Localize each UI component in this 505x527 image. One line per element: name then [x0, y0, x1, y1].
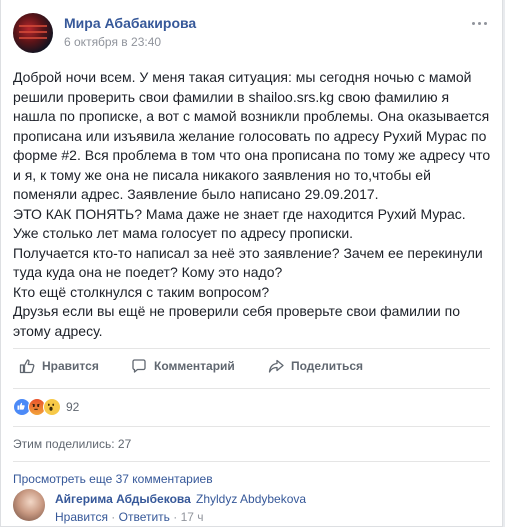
post-header: Мира Абабакирова 6 октября в 23:40	[13, 13, 492, 61]
like-button[interactable]: Нравится	[19, 353, 99, 379]
separator: ·	[173, 510, 178, 524]
shares-count[interactable]: Этим поделились: 27	[13, 437, 131, 451]
comment-item: Айгерима Абдыбекова Zhyldyz Abdybekova Н…	[13, 489, 490, 527]
comment-meta: Нравится · Ответить · 17 ч	[55, 510, 204, 524]
thumbs-up-icon	[19, 359, 35, 374]
view-more-comments-link[interactable]: Просмотреть еще 37 комментариев	[13, 472, 213, 486]
author-name[interactable]: Мира Абабакирова	[64, 15, 196, 31]
post-timestamp[interactable]: 6 октября в 23:40	[64, 35, 161, 49]
comment-age[interactable]: 17 ч	[181, 510, 204, 524]
comment-icon	[132, 359, 146, 373]
post-paragraph: Кто ещё столкнулся с таким вопросом?	[13, 283, 270, 300]
post-body: Доброй ночи всем. У меня такая ситуация:…	[13, 68, 493, 341]
comment-reply-link[interactable]: Ответить	[119, 510, 170, 524]
separator: ·	[111, 510, 116, 524]
tagged-user-link[interactable]: Zhyldyz Abdybekova	[196, 492, 306, 506]
post-paragraph: Уже столько лет мама голосует по адресу …	[13, 225, 354, 241]
post-paragraph: ЭТО КАК ПОНЯТЬ? Мама даже не знает где н…	[13, 205, 466, 222]
share-button[interactable]: Поделиться	[268, 353, 363, 379]
comment-button[interactable]: Комментарий	[131, 353, 235, 379]
reaction-count[interactable]: 92	[66, 400, 79, 414]
like-label: Нравится	[42, 359, 99, 373]
share-label: Поделиться	[291, 359, 364, 373]
share-icon	[268, 359, 284, 373]
commenter-avatar[interactable]	[13, 489, 45, 521]
reactions-summary[interactable]: 92	[13, 398, 79, 416]
comment-like-link[interactable]: Нравится	[55, 510, 108, 524]
post-card: Мира Абабакирова 6 октября в 23:40 Добро…	[0, 0, 503, 527]
more-options-icon[interactable]	[472, 19, 488, 27]
post-paragraph: Получается кто-то написал за неё это зая…	[13, 244, 483, 281]
post-actions: Нравится Комментарий Поделиться	[13, 353, 490, 379]
divider	[13, 426, 490, 427]
divider	[13, 388, 490, 389]
author-avatar[interactable]	[13, 13, 53, 53]
divider	[13, 461, 490, 462]
post-paragraph: Друзья если вы ещё не проверили себя про…	[13, 303, 460, 339]
commenter-name[interactable]: Айгерима Абдыбекова	[55, 492, 191, 506]
wow-icon	[43, 398, 61, 416]
divider	[13, 348, 490, 349]
post-paragraph: Доброй ночи всем. У меня такая ситуация:…	[13, 69, 491, 202]
comment-label: Комментарий	[154, 359, 235, 373]
